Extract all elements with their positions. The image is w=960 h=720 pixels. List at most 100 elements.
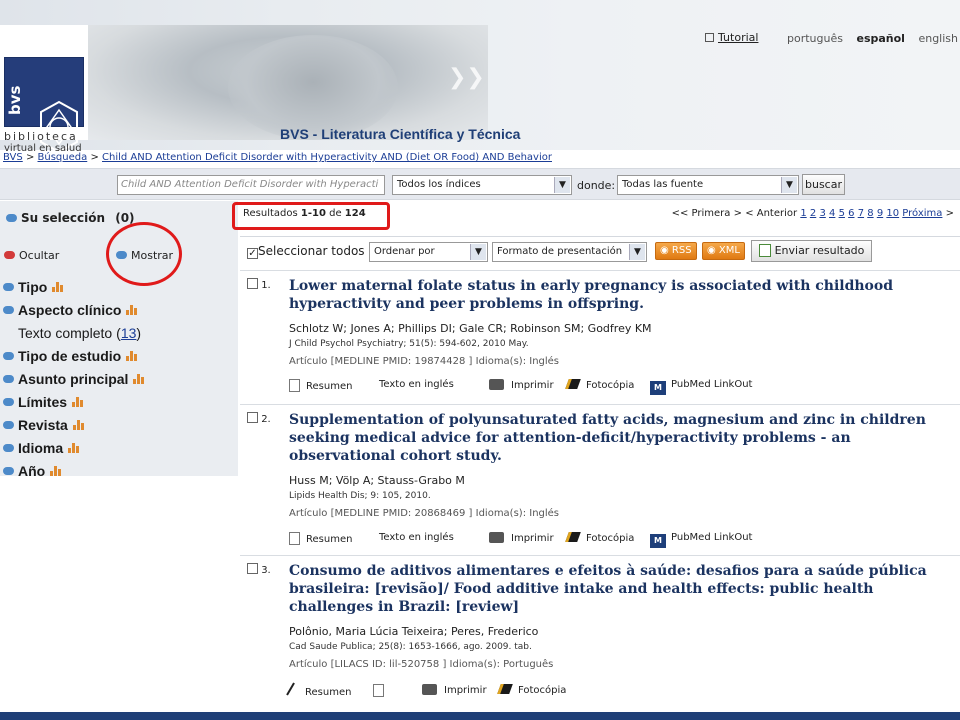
print-link[interactable]: Imprimir — [489, 379, 554, 391]
source-select[interactable]: Todas las fuente ▼ — [617, 175, 799, 195]
page-link-8[interactable]: 8 — [867, 208, 873, 219]
print-label: Imprimir — [511, 380, 554, 391]
print-link[interactable]: Imprimir — [489, 532, 554, 544]
tutorial-link[interactable]: Tutorial — [705, 31, 758, 44]
page-link-10[interactable]: 10 — [886, 208, 899, 219]
index-select[interactable]: Todos los índices ▼ — [392, 175, 572, 195]
lang-english[interactable]: english — [918, 32, 958, 45]
chevron-down-icon[interactable]: ▼ — [470, 244, 486, 260]
filter-label: Asunto principal — [18, 370, 129, 387]
record-title[interactable]: Supplementation of polyunsaturated fatty… — [289, 411, 949, 465]
photocopy-link[interactable]: Fotocópia — [497, 684, 566, 696]
bvs-logo[interactable]: bvs biblioteca virtual en salud — [0, 25, 88, 154]
lang-espanol[interactable]: español — [856, 32, 904, 45]
chevron-down-icon[interactable]: ▼ — [629, 244, 645, 260]
filter-ano[interactable]: Año — [3, 459, 146, 482]
record-number: 1. — [261, 280, 271, 291]
pager-prev[interactable]: < Anterior — [745, 208, 797, 219]
page-link-5[interactable]: 5 — [839, 208, 845, 219]
record-source: Cad Saude Publica; 25(8): 1653-1666, ago… — [289, 642, 532, 652]
printer-icon — [489, 532, 504, 543]
checkbox-icon[interactable] — [247, 563, 258, 574]
chart-icon[interactable] — [68, 442, 81, 453]
page-link-1[interactable]: 1 — [800, 208, 806, 219]
chart-icon[interactable] — [50, 465, 63, 476]
filter-revista[interactable]: Revista — [3, 413, 146, 436]
pager-separator: > — [733, 208, 742, 219]
checkbox-icon[interactable] — [247, 412, 258, 423]
breadcrumb-query[interactable]: Child AND Attention Deficit Disorder wit… — [102, 152, 552, 163]
page-link-9[interactable]: 9 — [877, 208, 883, 219]
pubmed-linkout[interactable]: M PubMed LinkOut — [650, 379, 752, 395]
lang-portugues[interactable]: português — [787, 32, 843, 45]
breadcrumb-bvs[interactable]: BVS — [3, 152, 23, 163]
photocopy-icon — [497, 684, 513, 694]
page-link-7[interactable]: 7 — [858, 208, 864, 219]
expand-icon — [3, 374, 14, 383]
expand-icon — [3, 420, 14, 429]
chart-icon[interactable] — [52, 281, 65, 292]
record-checkbox[interactable]: 1. — [247, 278, 271, 291]
filter-limites[interactable]: Límites — [3, 390, 146, 413]
xml-button[interactable]: ◉ XML — [702, 242, 745, 260]
resumen-link[interactable]: Resumen — [286, 682, 351, 700]
tutorial-label[interactable]: Tutorial — [718, 31, 758, 44]
photocopy-link[interactable]: Fotocópia — [565, 379, 634, 391]
order-select[interactable]: Ordenar por ▼ — [369, 242, 488, 262]
selection-label: Su selección — [21, 211, 106, 225]
filter-texto-completo[interactable]: Texto completo (13) — [3, 321, 146, 344]
document-icon — [289, 379, 300, 392]
record-title[interactable]: Lower maternal folate status in early pr… — [289, 277, 949, 313]
ocultar-button[interactable]: Ocultar — [4, 249, 59, 262]
print-link[interactable]: Imprimir — [422, 684, 487, 696]
send-results-label: Enviar resultado — [774, 244, 865, 257]
record-source: J Child Psychol Psychiatry; 51(5): 594-6… — [289, 339, 529, 349]
full-text-link[interactable]: Texto en inglés — [379, 532, 454, 543]
format-select[interactable]: Formato de presentación ▼ — [492, 242, 647, 262]
filter-aspecto-clinico[interactable]: Aspecto clínico — [3, 298, 146, 321]
site-title: BVS - Literatura Científica y Técnica — [280, 126, 521, 142]
breadcrumb-busqueda[interactable]: Búsqueda — [38, 152, 88, 163]
page-link-3[interactable]: 3 — [819, 208, 825, 219]
filter-asunto-principal[interactable]: Asunto principal — [3, 367, 146, 390]
pubmed-linkout[interactable]: M PubMed LinkOut — [650, 532, 752, 548]
filter-tipo-de-estudio[interactable]: Tipo de estudio — [3, 344, 146, 367]
resumen-link[interactable]: Resumen — [289, 379, 352, 392]
select-all-label: Seleccionar todos — [258, 244, 365, 258]
chevron-down-icon[interactable]: ▼ — [781, 177, 797, 193]
expand-icon — [3, 397, 14, 406]
chart-icon[interactable] — [133, 373, 146, 384]
checkbox-icon[interactable] — [247, 278, 258, 289]
pen-icon — [286, 682, 302, 700]
resumen-label: Resumen — [306, 381, 353, 392]
chevron-down-icon[interactable]: ▼ — [554, 177, 570, 193]
texto-completo-count-link[interactable]: 13 — [121, 325, 137, 341]
pager-next[interactable]: Próxima — [902, 208, 942, 219]
selection-header[interactable]: Su selección (0) — [6, 211, 135, 225]
chart-icon[interactable] — [126, 350, 139, 361]
search-input[interactable]: Child AND Attention Deficit Disorder wit… — [117, 175, 385, 195]
filter-idioma[interactable]: Idioma — [3, 436, 146, 459]
chart-icon[interactable] — [72, 419, 86, 430]
rss-icon: ◉ — [660, 245, 669, 256]
send-results-button[interactable]: Enviar resultado — [751, 240, 872, 262]
chart-icon[interactable] — [72, 396, 85, 407]
record-checkbox[interactable]: 3. — [247, 563, 271, 576]
document-link[interactable] — [373, 684, 390, 697]
pager-first[interactable]: << Primera — [672, 208, 731, 219]
photocopy-link[interactable]: Fotocópia — [565, 532, 634, 544]
page-link-6[interactable]: 6 — [848, 208, 854, 219]
rss-button[interactable]: ◉ RSS — [655, 242, 697, 260]
page: bvs biblioteca virtual en salud ❯❯ BVS -… — [0, 0, 960, 720]
checkbox-icon[interactable]: ✓ — [247, 248, 258, 259]
page-link-2[interactable]: 2 — [810, 208, 816, 219]
page-link-4[interactable]: 4 — [829, 208, 835, 219]
search-button[interactable]: buscar — [802, 174, 845, 195]
full-text-link[interactable]: Texto en inglés — [379, 379, 454, 390]
select-all-checkbox[interactable]: ✓Seleccionar todos — [247, 244, 365, 259]
chart-icon[interactable] — [126, 304, 139, 315]
record-title[interactable]: Consumo de aditivos alimentares e efeito… — [289, 562, 949, 616]
resumen-link[interactable]: Resumen — [289, 532, 352, 545]
filter-label: Idioma — [18, 439, 64, 456]
record-checkbox[interactable]: 2. — [247, 412, 271, 425]
